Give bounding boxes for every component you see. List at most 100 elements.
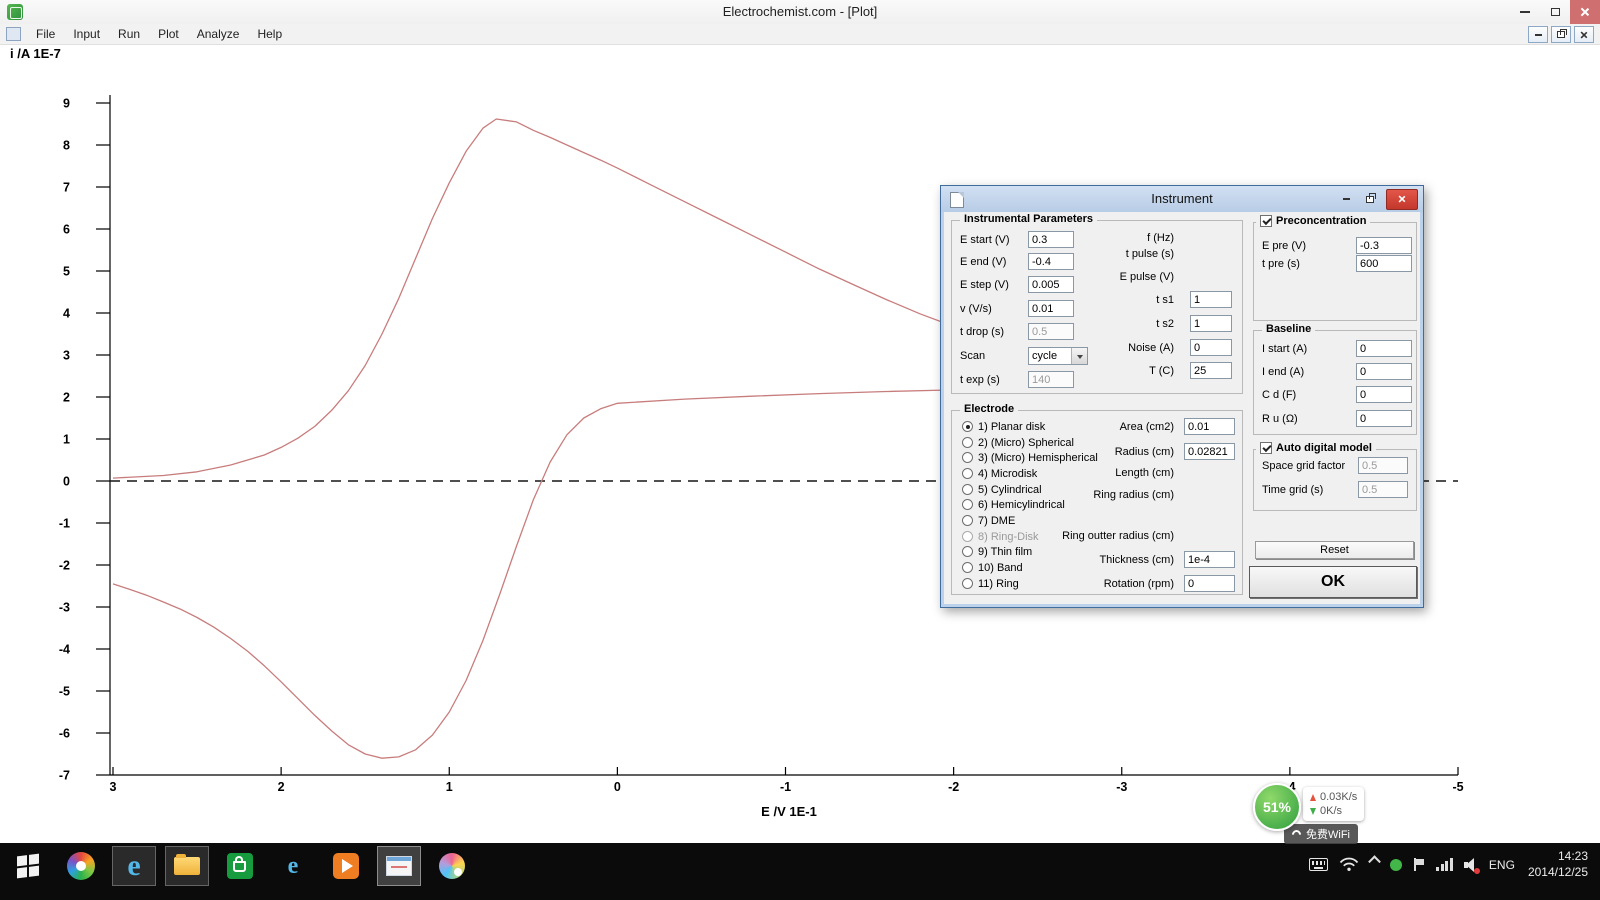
- taskbar-icon-store[interactable]: [218, 846, 262, 886]
- temperature-input[interactable]: [1190, 362, 1232, 379]
- radius-input[interactable]: [1184, 443, 1235, 460]
- i-start-input[interactable]: [1356, 340, 1412, 357]
- download-speed-row: 0K/s: [1310, 804, 1357, 818]
- taskbar-items: e e: [0, 843, 474, 887]
- window-titlebar: Electrochemist.com - [Plot]: [0, 0, 1600, 25]
- clock-date: 2014/12/25: [1528, 865, 1588, 881]
- hidden-icons-caret[interactable]: [1369, 855, 1382, 868]
- ts2-input[interactable]: [1190, 315, 1232, 332]
- y-tick-label: -4: [59, 643, 70, 657]
- ok-button[interactable]: OK: [1249, 566, 1417, 598]
- field-label: Space grid factor: [1262, 460, 1345, 472]
- keyboard-icon[interactable]: [1309, 858, 1328, 871]
- taskbar-icon-plot-app[interactable]: [377, 846, 421, 886]
- group-caption-label: Preconcentration: [1276, 215, 1366, 227]
- field-row: Radius (cm): [952, 443, 1242, 461]
- mdi-close-button[interactable]: [1574, 26, 1594, 43]
- dialog-maximize-button[interactable]: [1358, 190, 1382, 209]
- field-label: Length (cm): [992, 467, 1174, 479]
- play-icon: [333, 853, 359, 879]
- field-row: t pulse (s): [952, 245, 1242, 263]
- rotation-input[interactable]: [1184, 575, 1235, 592]
- field-label: R u (Ω): [1262, 413, 1298, 425]
- field-label: C d (F): [1262, 389, 1296, 401]
- field-label: I start (A): [1262, 343, 1307, 355]
- upload-arrow-icon: [1310, 794, 1316, 801]
- upload-speed: 0.03K/s: [1320, 790, 1357, 804]
- field-label: t s1: [1072, 294, 1174, 306]
- menu-help[interactable]: Help: [248, 25, 291, 43]
- field-row: Space grid factor: [1254, 457, 1416, 475]
- auto-digital-model-checkbox[interactable]: [1260, 442, 1272, 454]
- menu-bar: File Input Run Plot Analyze Help: [0, 24, 1600, 45]
- taskbar-icon-internet-explorer-small[interactable]: e: [271, 846, 315, 886]
- field-label: Radius (cm): [992, 446, 1174, 458]
- ts1-input[interactable]: [1190, 291, 1232, 308]
- volume-icon[interactable]: [1464, 858, 1478, 872]
- electrode-option-dme[interactable]: 7) DME: [962, 513, 1015, 528]
- x-tick-label: -1: [780, 780, 791, 794]
- language-indicator[interactable]: ENG: [1489, 858, 1515, 872]
- taskbar-clock[interactable]: 14:23 2014/12/25: [1528, 849, 1588, 880]
- group-instrumental-parameters: Instrumental Parameters E start (V) E en…: [951, 220, 1243, 394]
- reset-button[interactable]: Reset: [1255, 541, 1414, 559]
- signal-bars-icon[interactable]: [1436, 858, 1453, 871]
- dialog-minimize-button[interactable]: [1334, 190, 1358, 209]
- field-row: C d (F): [1254, 386, 1416, 404]
- action-center-flag-icon[interactable]: [1413, 858, 1425, 871]
- taskbar-icon-paint[interactable]: [430, 846, 474, 886]
- y-tick-label: 2: [63, 391, 70, 405]
- store-bag-icon: [227, 853, 253, 879]
- maximize-button[interactable]: [1540, 0, 1570, 24]
- menu-plot[interactable]: Plot: [149, 25, 188, 43]
- close-button[interactable]: [1570, 0, 1600, 24]
- dialog-close-button[interactable]: [1386, 189, 1418, 210]
- i-end-input[interactable]: [1356, 363, 1412, 380]
- mdi-restore-button[interactable]: [1551, 26, 1571, 43]
- e-pre-input[interactable]: [1356, 237, 1412, 254]
- noise-input[interactable]: [1190, 339, 1232, 356]
- area-input[interactable]: [1184, 418, 1235, 435]
- x-tick-label: -5: [1452, 780, 1463, 794]
- dialog-titlebar[interactable]: Instrument: [941, 186, 1423, 212]
- time-grid-input: [1358, 481, 1408, 498]
- field-label: I end (A): [1262, 366, 1304, 378]
- cd-input[interactable]: [1356, 386, 1412, 403]
- wifi-share-percent-badge[interactable]: 51%: [1253, 783, 1301, 831]
- t-pre-input[interactable]: [1356, 255, 1412, 272]
- minimize-button[interactable]: [1510, 0, 1540, 24]
- taskbar-icon-browser-swirl[interactable]: [59, 846, 103, 886]
- ru-input[interactable]: [1356, 410, 1412, 427]
- clock-time: 14:23: [1528, 849, 1588, 865]
- field-label: Noise (A): [1072, 342, 1174, 354]
- preconcentration-checkbox[interactable]: [1260, 215, 1272, 227]
- group-preconcentration: Preconcentration E pre (V) t pre (s): [1253, 222, 1417, 321]
- thickness-input[interactable]: [1184, 551, 1235, 568]
- free-wifi-tag[interactable]: 免费WiFi: [1284, 824, 1358, 844]
- menu-file[interactable]: File: [27, 25, 64, 43]
- taskbar-icon-media-player[interactable]: [324, 846, 368, 886]
- field-row: t pre (s): [1254, 255, 1416, 273]
- browser-swirl-icon: [67, 852, 95, 880]
- menu-run[interactable]: Run: [109, 25, 149, 43]
- field-row: E pulse (V): [952, 268, 1242, 286]
- status-green-icon[interactable]: [1390, 859, 1402, 871]
- x-tick-label: -3: [1116, 780, 1127, 794]
- minimize-icon: [1343, 198, 1350, 200]
- minimize-icon: [1520, 11, 1530, 13]
- x-tick-label: 0: [614, 780, 621, 794]
- taskbar-icon-file-explorer[interactable]: [165, 846, 209, 886]
- download-speed: 0K/s: [1320, 804, 1342, 818]
- start-button[interactable]: [6, 846, 50, 886]
- field-row: Length (cm): [952, 464, 1242, 482]
- y-tick-label: 8: [63, 139, 70, 153]
- x-tick-label: 1: [446, 780, 453, 794]
- y-tick-label: -7: [59, 769, 70, 783]
- mdi-minimize-button[interactable]: [1528, 26, 1548, 43]
- wifi-icon[interactable]: [1339, 857, 1359, 872]
- menu-analyze[interactable]: Analyze: [188, 25, 249, 43]
- mdi-document-icon[interactable]: [6, 27, 21, 41]
- taskbar-icon-internet-explorer[interactable]: e: [112, 846, 156, 886]
- space-grid-input: [1358, 457, 1408, 474]
- menu-input[interactable]: Input: [64, 25, 109, 43]
